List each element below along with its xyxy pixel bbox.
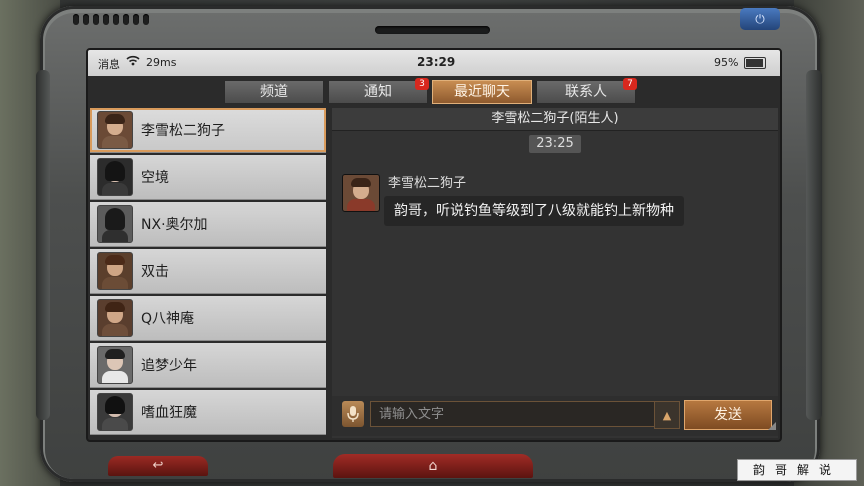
contact-item[interactable]: 追梦少年 [90,343,326,388]
contact-item[interactable]: 双击 [90,249,326,294]
home-icon: ⌂ [428,458,438,474]
status-time: 23:29 [417,55,456,69]
tab-notifications[interactable]: 通知 3 [328,78,429,104]
expand-button[interactable]: ▲ [654,401,680,429]
voice-button[interactable] [342,401,364,427]
power-button[interactable]: ⏻ [740,8,780,30]
tab-contacts[interactable]: 联系人 7 [536,78,637,104]
contact-name: 空境 [141,170,169,186]
device-side-left [36,70,50,420]
contact-item[interactable]: 嗜血狂魔 [90,390,326,435]
notification-badge: 3 [415,78,429,90]
status-message-label: 消息 [98,58,120,71]
battery-icon [744,57,766,69]
tab-recent-chats[interactable]: 最近聊天 [432,80,532,104]
network-latency: 29ms [146,56,177,69]
microphone-icon [347,406,359,422]
contact-item[interactable]: 李雪松二狗子 [90,108,326,153]
avatar[interactable] [342,174,380,212]
contact-item[interactable]: NX·奥尔加 [90,202,326,247]
resize-corner-icon [768,422,776,430]
contact-name: 双击 [141,264,169,280]
contact-name: NX·奥尔加 [141,217,208,233]
contact-name: 嗜血狂魔 [141,405,197,421]
avatar [97,393,133,431]
message-bubble: 韵哥，听说钓鱼等级到了八级就能钓上新物种 [384,196,684,226]
contact-item[interactable]: 空境 [90,155,326,200]
battery-percent: 95% [714,56,739,69]
contact-name: Q八神庵 [141,311,195,327]
status-bar: 消息 29ms 23:29 95% [88,50,780,76]
avatar [97,299,133,337]
contact-list: 李雪松二狗子 空境 NX·奥尔加 双击 Q八神庵 追梦少年 嗜血狂魔 [90,108,328,438]
power-icon: ⏻ [755,11,765,26]
chevron-up-icon: ▲ [662,408,672,422]
message-timestamp: 23:25 [529,135,581,153]
avatar [97,158,133,196]
watermark: 韵哥解说 [737,459,857,481]
chat-header: 李雪松二狗子(陌生人) [332,108,778,131]
avatar [97,205,133,243]
contacts-badge: 7 [623,78,637,90]
wifi-icon [126,55,140,69]
device-side-right [806,70,822,420]
avatar [97,252,133,290]
device-screen: 消息 29ms 23:29 95% 频道 通知 3 最近聊天 联系人 7 李雪松… [86,48,782,442]
contact-name: 李雪松二狗子 [141,123,225,139]
send-button[interactable]: 发送 [684,400,772,430]
input-bar: ▲ 发送 [332,396,778,436]
contact-item[interactable]: Q八神庵 [90,296,326,341]
back-button[interactable]: ↩ [108,456,208,476]
avatar [97,111,133,149]
avatar [97,346,133,384]
speaker-grille [73,14,149,25]
home-button[interactable]: ⌂ [333,454,533,478]
contact-name: 追梦少年 [141,358,197,374]
tab-channel[interactable]: 频道 [224,80,324,104]
chat-tabs: 频道 通知 3 最近聊天 联系人 7 [224,78,637,104]
chat-panel: 李雪松二狗子(陌生人) 23:25 李雪松二狗子 韵哥，听说钓鱼等级到了八级就能… [332,108,778,438]
device-top-slot [375,26,490,34]
message-sender: 李雪松二狗子 [388,176,467,191]
return-arrow-icon: ↩ [152,458,164,473]
message-input[interactable] [370,401,660,427]
